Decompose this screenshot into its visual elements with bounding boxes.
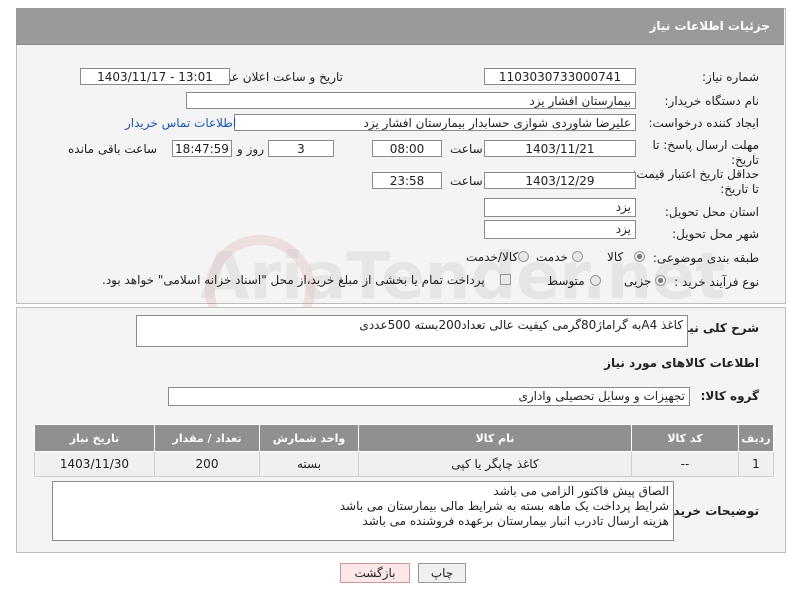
city-field: یزد	[484, 220, 636, 239]
validity-date-field: 1403/12/29	[484, 172, 636, 189]
deadline-time-label: ساعت	[450, 142, 483, 156]
buyer-contact-link[interactable]: اطلاعات تماس خریدار	[125, 116, 236, 130]
back-button[interactable]: بازگشت	[340, 563, 410, 583]
process-radio-minor[interactable]	[655, 275, 666, 286]
treasury-payment-checkbox[interactable]	[500, 274, 511, 285]
remaining-time-field: 18:47:59	[172, 140, 232, 157]
buyer-org-field: بیمارستان افشار یزد	[186, 92, 636, 109]
panel-header: جزئیات اطلاعات نیاز	[16, 8, 784, 45]
description-field: کاغذ A4به گراماژ80گرمی کیفیت عالی تعداد2…	[136, 315, 688, 347]
table-row: 1 -- کاغذ چاپگر یا کپی بسته 200 1403/11/…	[34, 451, 774, 477]
validity-time-label: ساعت	[450, 174, 483, 188]
validity-label: حداقل تاریخ اعتبار قیمت: تا تاریخ:	[632, 167, 759, 196]
panel-title: جزئیات اطلاعات نیاز	[649, 19, 770, 33]
deadline-date-field: 1403/11/21	[484, 140, 636, 157]
need-number-label: شماره نیاز:	[702, 70, 759, 84]
table-header-row: ردیف کد کالا نام کالا واحد شمارش تعداد /…	[34, 424, 774, 452]
category-label: طبقه بندی موضوعی:	[652, 251, 759, 265]
print-button[interactable]: چاپ	[418, 563, 466, 583]
category-radio-both[interactable]	[518, 251, 529, 262]
buyer-org-label: نام دستگاه خریدار:	[664, 94, 760, 108]
validity-time-field: 23:58	[372, 172, 442, 189]
remaining-time-label: ساعت باقی مانده	[68, 142, 158, 156]
goods-table: ردیف کد کالا نام کالا واحد شمارش تعداد /…	[34, 424, 774, 477]
announce-field: 1403/11/17 - 13:01	[80, 68, 230, 85]
province-field: یزد	[484, 198, 636, 217]
creator-label: ایجاد کننده درخواست:	[648, 116, 759, 130]
col-date: تاریخ نیاز	[34, 424, 155, 452]
col-row: ردیف	[738, 424, 774, 452]
buyer-notes-field: الصاق پیش فاکتور الزامی می باشد شرایط پر…	[52, 481, 674, 541]
treasury-payment-note: پرداخت تمام یا بخشی از مبلغ خرید،از محل …	[102, 273, 485, 287]
col-code: کد کالا	[631, 424, 739, 452]
cell-qty: 200	[154, 451, 260, 477]
category-option-service: خدمت	[536, 250, 568, 264]
group-label: گروه کالا:	[700, 389, 759, 403]
days-remaining-field: 3	[268, 140, 334, 157]
creator-field: علیرضا شاوردی شوازی حسابدار بیمارستان اف…	[234, 114, 636, 131]
province-label: استان محل تحویل:	[664, 205, 759, 219]
col-name: نام کالا	[358, 424, 632, 452]
process-option-medium: متوسط	[547, 274, 585, 288]
need-number-field: 1103030733000741	[484, 68, 636, 85]
process-option-minor: جزیی	[624, 274, 652, 288]
category-option-goods: کالا	[607, 250, 624, 264]
goods-info-title: اطلاعات کالاهای مورد نیاز	[604, 356, 759, 370]
days-label: روز و	[237, 142, 264, 156]
group-field: تجهیزات و وسایل تحصیلی واداری	[168, 387, 690, 406]
cell-row: 1	[738, 451, 774, 477]
cell-date: 1403/11/30	[34, 451, 155, 477]
city-label: شهر محل تحویل:	[672, 227, 759, 241]
category-option-both: کالا/خدمت	[466, 250, 519, 264]
col-qty: تعداد / مقدار	[154, 424, 260, 452]
category-radio-goods[interactable]	[634, 251, 645, 262]
deadline-label: مهلت ارسال پاسخ: تا تاریخ:	[652, 138, 759, 167]
process-radio-medium[interactable]	[590, 275, 601, 286]
cell-name: کاغذ چاپگر یا کپی	[358, 451, 632, 477]
cell-unit: بسته	[259, 451, 359, 477]
deadline-time-field: 08:00	[372, 140, 442, 157]
category-radio-service[interactable]	[572, 251, 583, 262]
cell-code: --	[631, 451, 739, 477]
process-label: نوع فرآیند خرید :	[674, 275, 759, 289]
col-unit: واحد شمارش	[259, 424, 359, 452]
